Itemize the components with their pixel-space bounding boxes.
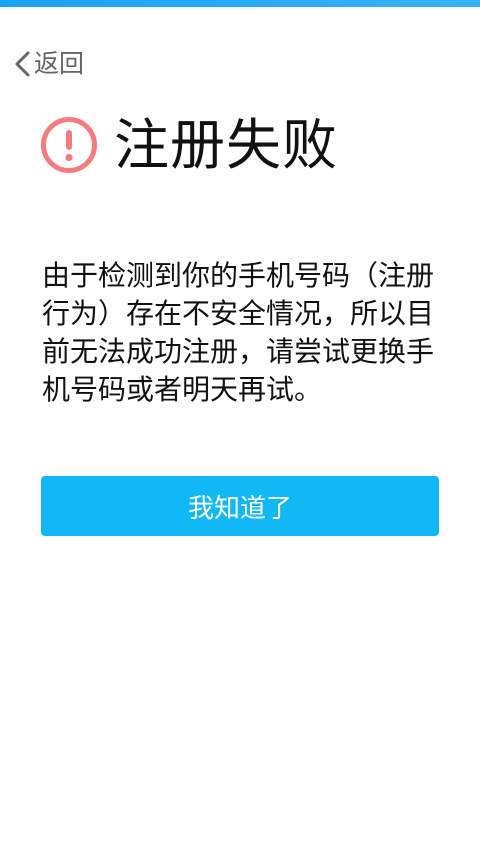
title-row: 注册失败 <box>40 110 338 180</box>
exclamation-circle-icon <box>40 116 98 174</box>
back-label: 返回 <box>34 49 85 78</box>
failure-message: 由于检测到你的手机号码（注册行为）存在不安全情况，所以目前无法成功注册，请尝试更… <box>42 259 435 406</box>
screen: 返回 注册失败 由于检测到你的手机号码（注册行为）存在不安全情况，所以目前无法成… <box>0 0 480 854</box>
confirm-button[interactable]: 我知道了 <box>41 476 439 536</box>
back-button[interactable]: 返回 <box>12 44 84 84</box>
chevron-left-icon <box>12 50 34 78</box>
page-title: 注册失败 <box>114 113 339 177</box>
top-accent-bar <box>0 0 480 7</box>
